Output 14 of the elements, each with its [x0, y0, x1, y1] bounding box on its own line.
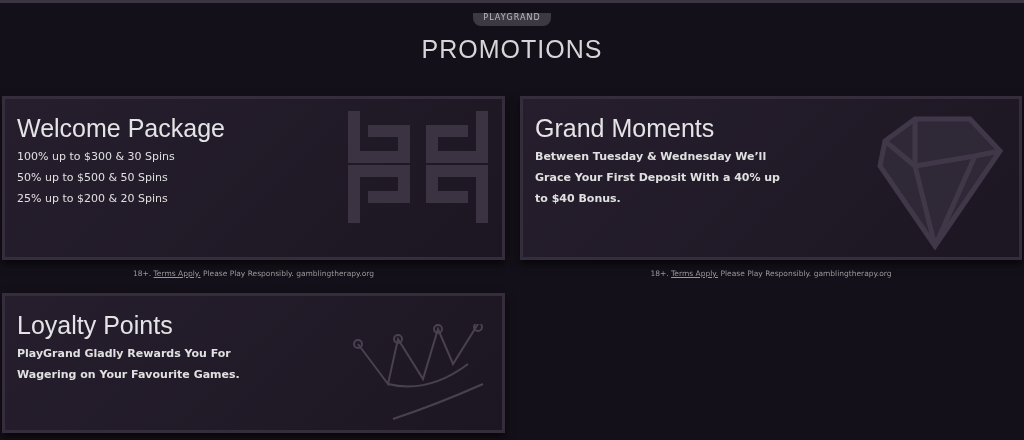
promo-card[interactable]: Loyalty Points PlayGrand Gladly Rewards You For Wagering on Your Favourite Games. [2, 292, 505, 433]
promo-card[interactable]: Welcome Package 100% up to $300 & 30 Spins 50% up to $500 & 50 Spins 25% up to $200 & 20 Spins [2, 95, 505, 260]
promo-title: Loyalty Points [17, 311, 173, 340]
logo-icon [348, 110, 488, 223]
page-title: PROMOTIONS [421, 34, 603, 65]
promo-description: PlayGrand Gladly Rewards You For Wagering on Your Favourite Games. [17, 346, 241, 384]
promo-card[interactable]: Grand Moments Between Tuesday & Wednesday We’ll Grace Your First Deposit With a 40% up to $40 Bonus. [520, 95, 1022, 260]
logo-tab[interactable]: PLAYGRAND [473, 13, 551, 26]
promo-description: Between Tuesday & Wednesday We’ll Grace Your First Deposit With a 40% up to $40 Bonus. [535, 149, 781, 207]
promo-title: Welcome Package [17, 114, 225, 142]
offer-line: 50% up to $500 & 50 Spins [17, 170, 168, 186]
offer-line: 100% up to $300 & 30 Spins [17, 149, 175, 165]
offer-line: 25% up to $200 & 20 Spins [17, 191, 168, 207]
promo-title: Grand Moments [535, 114, 715, 142]
